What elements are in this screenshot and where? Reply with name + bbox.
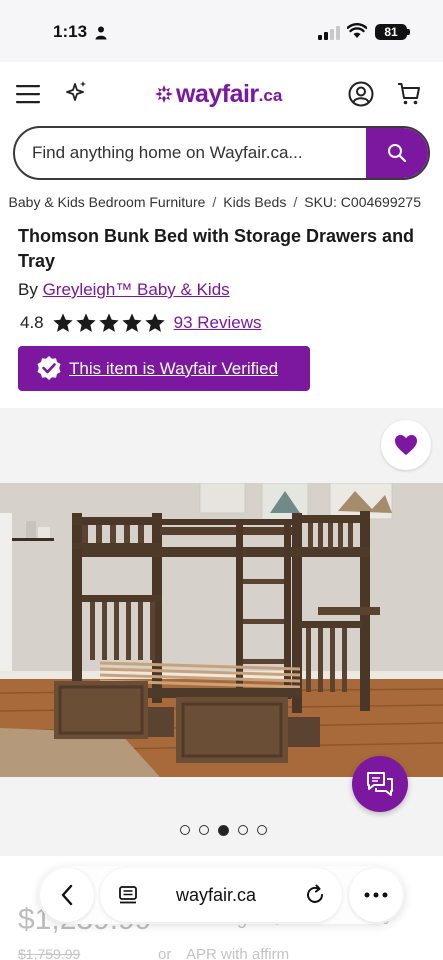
- brand-link[interactable]: Greyleigh™ Baby & Kids: [43, 280, 230, 299]
- search-button[interactable]: [366, 128, 428, 178]
- battery-indicator: 81: [375, 24, 407, 40]
- breadcrumb-item[interactable]: Baby & Kids Bedroom Furniture: [9, 194, 206, 210]
- star-icon: [53, 313, 73, 332]
- verified-check-icon: [37, 355, 61, 380]
- hamburger-icon: [16, 85, 40, 104]
- wifi-icon: [347, 23, 367, 38]
- apr-text: APR with affirm: [186, 946, 290, 960]
- logo-text: wayfair: [176, 79, 259, 108]
- more-button[interactable]: [349, 868, 403, 922]
- search-icon: [388, 144, 407, 163]
- star-icon: [122, 313, 142, 332]
- status-time: 1:13: [53, 22, 88, 41]
- url-text: wayfair.ca: [176, 885, 257, 905]
- browser-toolbar: wayfair.ca: [38, 866, 405, 924]
- favorite-button[interactable]: [381, 420, 431, 470]
- breadcrumb-separator: /: [212, 194, 217, 210]
- address-bar[interactable]: wayfair.ca: [100, 868, 342, 922]
- gallery-dot-active[interactable]: [218, 825, 229, 836]
- status-bar: 1:13 81: [0, 0, 443, 62]
- search-input[interactable]: [15, 128, 367, 178]
- wayfair-logo-mark-icon: [155, 85, 173, 103]
- verified-text: This item is Wayfair Verified: [69, 358, 279, 378]
- logo-tld: .ca: [258, 86, 283, 105]
- gallery-dot[interactable]: [180, 825, 190, 835]
- sparkle-icon: [66, 81, 86, 101]
- gallery-dot[interactable]: [257, 825, 267, 835]
- site-header: wayfair .ca: [0, 66, 443, 122]
- gallery-dot[interactable]: [199, 825, 209, 835]
- chevron-left-icon: [61, 884, 73, 906]
- by-prefix: By: [18, 280, 38, 299]
- reader-mode-icon: [119, 886, 137, 904]
- or-text: or: [158, 946, 172, 960]
- star-icon: [99, 313, 119, 332]
- more-dots-icon: [364, 892, 388, 898]
- bunk-bed-photo: [0, 483, 443, 777]
- wayfair-logo[interactable]: wayfair .ca: [154, 79, 283, 108]
- product-title: Thomson Bunk Bed with Storage Drawers an…: [18, 226, 415, 271]
- breadcrumb-item[interactable]: Kids Beds: [223, 194, 286, 210]
- heart-icon: [395, 435, 417, 455]
- star-icon: [76, 313, 96, 332]
- sku-label: SKU: C004699275: [304, 194, 421, 210]
- reviews-link[interactable]: 93 Reviews: [174, 313, 262, 333]
- back-button[interactable]: [40, 868, 94, 922]
- brand-line: By Greyleigh™ Baby & Kids: [18, 280, 230, 300]
- original-price: $1,759.99: [18, 946, 81, 960]
- gallery-dot[interactable]: [238, 825, 248, 835]
- breadcrumb-separator: /: [293, 194, 298, 210]
- star-icon: [145, 313, 165, 332]
- rating-value: 4.8: [20, 313, 44, 332]
- verified-badge[interactable]: This item is Wayfair Verified: [18, 346, 310, 391]
- person-icon: [95, 26, 107, 40]
- menu-button[interactable]: [14, 80, 42, 108]
- gallery-pagination: [180, 825, 267, 836]
- battery-tip: [407, 29, 410, 35]
- account-button[interactable]: [346, 79, 376, 109]
- breadcrumb: Baby & Kids Bedroom Furniture / Kids Beds /…: [0, 194, 443, 212]
- cart-icon: [398, 83, 420, 105]
- chat-button[interactable]: [352, 756, 408, 812]
- chat-icon: [367, 772, 393, 796]
- rating-row: 4.8 93 Reviews: [20, 312, 262, 334]
- ai-assistant-button[interactable]: [62, 78, 90, 106]
- search-bar: [13, 126, 430, 180]
- signal-icon: [318, 26, 340, 40]
- reload-icon[interactable]: [304, 884, 326, 906]
- cart-button[interactable]: [394, 79, 424, 109]
- product-image[interactable]: [0, 483, 443, 777]
- rating-stars: [52, 312, 166, 334]
- account-icon: [348, 81, 374, 107]
